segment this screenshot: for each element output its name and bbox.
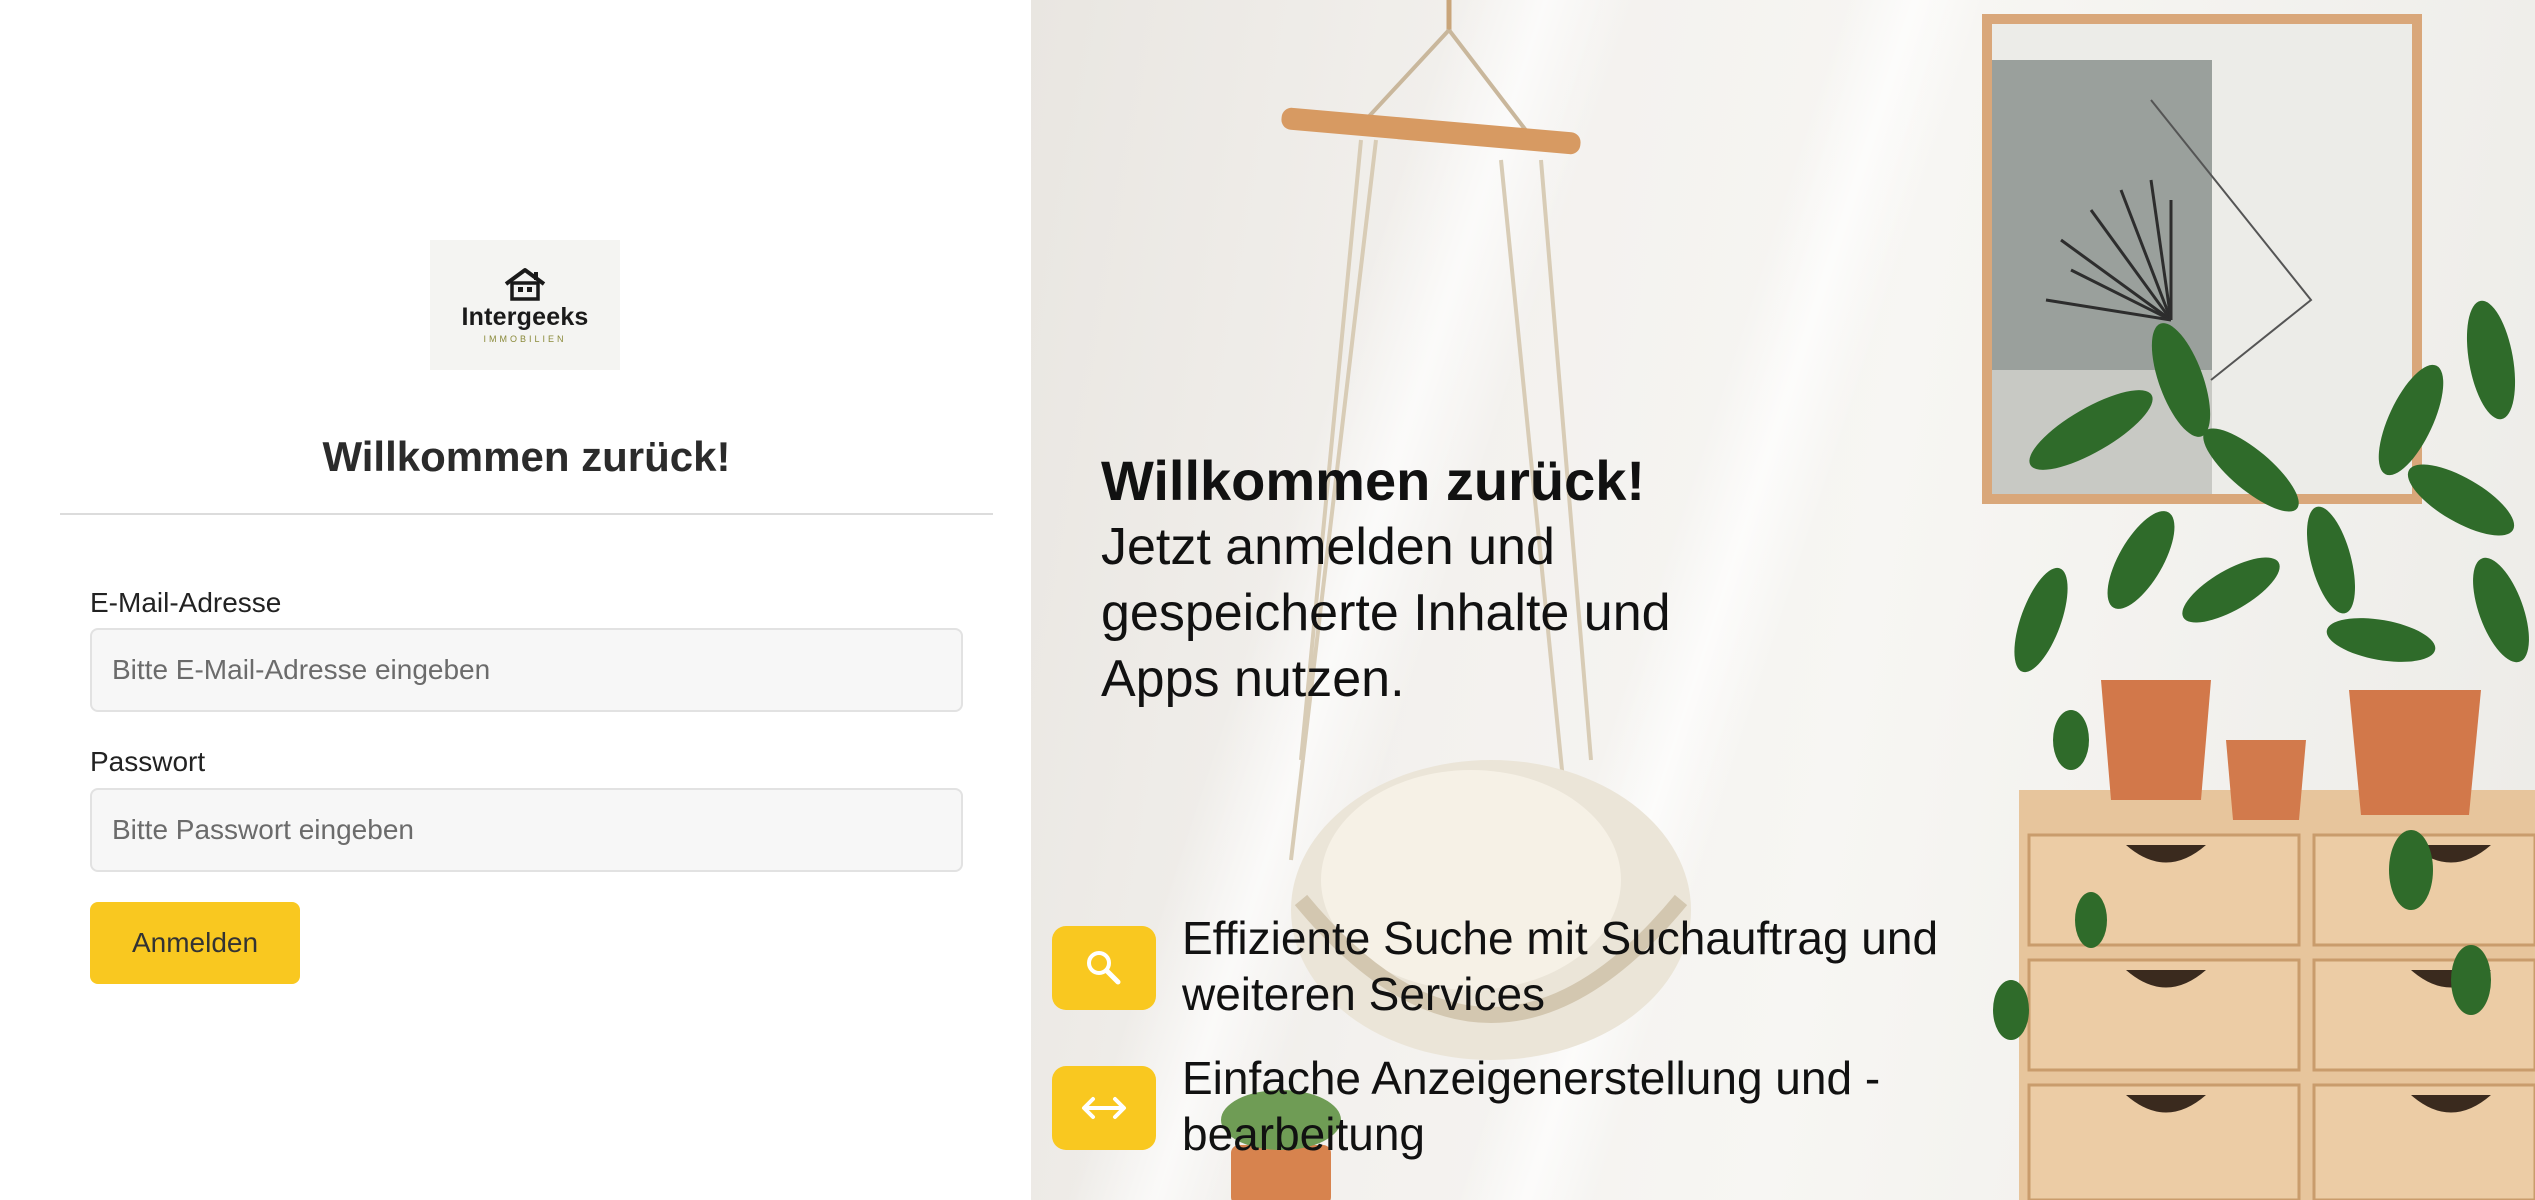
hero-subtitle-line: gespeicherte Inhalte und [1101, 584, 1671, 642]
house-icon [504, 267, 546, 301]
password-input[interactable] [90, 788, 963, 872]
search-icon [1052, 926, 1156, 1010]
company-logo: Intergeeks IMMOBILIEN [430, 240, 620, 370]
hero-title: Willkommen zurück! [1101, 449, 1646, 512]
hero-subtitle-line: Apps nutzen. [1101, 650, 1405, 708]
hero-text: Willkommen zurück! Jetzt anmelden und ge… [1101, 448, 1821, 712]
feature-line: weiteren Services [1182, 968, 1546, 1020]
hero-subtitle-line: Jetzt anmelden und [1101, 518, 1555, 576]
login-panel: Intergeeks IMMOBILIEN Willkommen zurück!… [0, 0, 1031, 1200]
login-button[interactable]: Anmelden [90, 902, 300, 984]
feature-line: Effiziente Suche mit Suchauftrag und [1182, 912, 1939, 964]
feature-text: Einfache Anzeigenerstellung und - bearbe… [1182, 1050, 2002, 1162]
login-page: Intergeeks IMMOBILIEN Willkommen zurück!… [0, 0, 2535, 1200]
email-label: E-Mail-Adresse [90, 587, 282, 618]
feature-listing: Einfache Anzeigenerstellung und - bearbe… [1052, 1050, 2002, 1162]
feature-search: Effiziente Suche mit Suchauftrag und wei… [1052, 910, 2002, 1022]
email-input[interactable] [90, 628, 963, 712]
feature-line: Einfache Anzeigenerstellung und - [1182, 1052, 1881, 1104]
feature-text: Effiziente Suche mit Suchauftrag und wei… [1182, 910, 2002, 1022]
feature-line: bearbeitung [1182, 1108, 1425, 1160]
arrows-horizontal-icon [1052, 1066, 1156, 1150]
logo-name: Intergeeks [461, 302, 589, 331]
logo-tagline: IMMOBILIEN [483, 333, 567, 344]
divider [60, 513, 993, 515]
password-label: Passwort [90, 746, 206, 777]
login-title: Willkommen zurück! [322, 433, 731, 480]
hero-panel: Willkommen zurück! Jetzt anmelden und ge… [1031, 0, 2535, 1200]
